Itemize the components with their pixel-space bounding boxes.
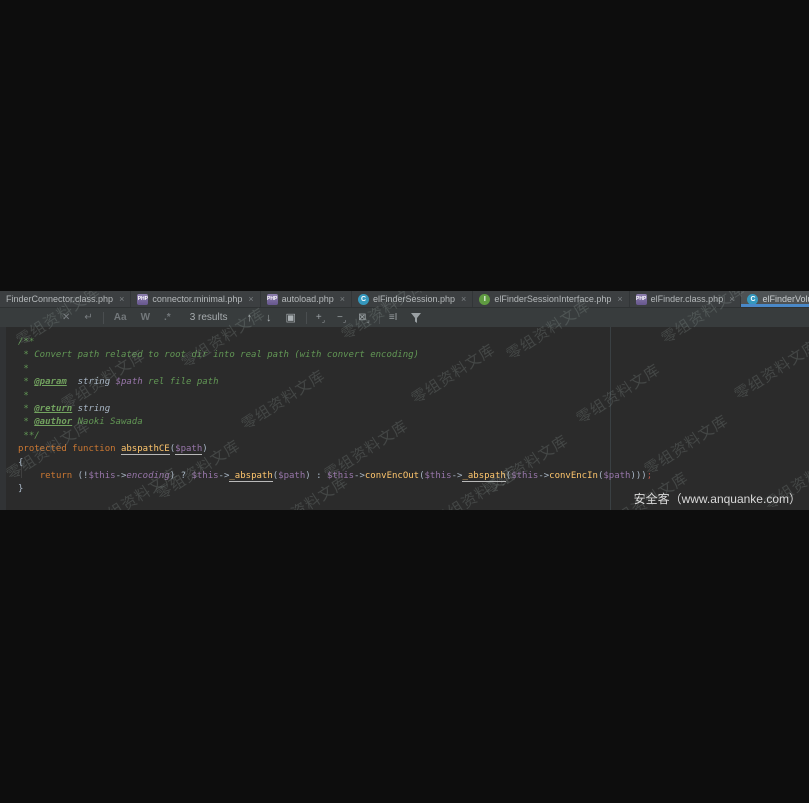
tab-close-icon[interactable]: × — [248, 294, 253, 304]
filter-icon[interactable] — [403, 313, 429, 323]
tab-label: elFinderSessionInterface.php — [494, 294, 611, 304]
editor-gutter — [0, 327, 6, 510]
tab-elFinder-class-php[interactable]: PHP elFinder.class.php × — [630, 291, 742, 307]
tab-close-icon[interactable]: × — [617, 294, 622, 304]
php-file-icon: PHP — [137, 294, 148, 305]
next-occurrence-icon[interactable]: ↓ — [259, 312, 279, 324]
code-line: * @return string — [18, 403, 652, 416]
code-line: * — [18, 390, 652, 403]
code-line: * — [18, 363, 652, 376]
tab-label: FinderConnector.class.php — [6, 294, 113, 304]
php-file-icon: PHP — [636, 294, 647, 305]
bracket-sub-glyph: ⌟ — [367, 317, 370, 324]
php-file-icon: PHP — [267, 294, 278, 305]
tab-label: connector.minimal.php — [152, 294, 242, 304]
divider — [103, 312, 104, 324]
code-line: return (!$this->encoding) ? $this->_absp… — [18, 470, 652, 483]
editor-window-strip: FinderConnector.class.php × PHP connector.m… — [0, 291, 809, 510]
code-line: /** — [18, 336, 652, 349]
close-search-icon[interactable]: ✕ — [55, 312, 77, 323]
tab-FinderConnector-class-php[interactable]: FinderConnector.class.php × — [0, 291, 131, 307]
regex-toggle[interactable]: .* — [157, 312, 178, 323]
tab-autoload-php[interactable]: PHP autoload.php × — [261, 291, 352, 307]
interface-icon: I — [479, 294, 490, 305]
code-line: { — [18, 457, 652, 470]
previous-occurrence-icon[interactable]: ↑ — [240, 312, 260, 324]
tab-elFinderSession-php[interactable]: CelFinderSession.php × — [352, 291, 473, 307]
bracket-sub-glyph: ⌟ — [322, 317, 325, 324]
watermark-credit: 安全客（www.anquanke.com） — [634, 490, 801, 507]
divider — [306, 312, 307, 324]
tab-close-icon[interactable]: × — [729, 294, 734, 304]
bracket-sub-glyph: ⌟ — [343, 317, 346, 324]
select-all-occurrences-icon[interactable]: ⊠⌟ — [352, 312, 376, 323]
find-toolbar: ✕↵ AaW.* 3 results ↑↓▣ +⌟−⌟⊠⌟ ≡I — [0, 307, 809, 327]
remove-occurrence-icon[interactable]: −⌟ — [331, 312, 352, 323]
divider — [379, 312, 380, 324]
code-line: * @author Naoki Sawada — [18, 416, 652, 429]
tab-elFinderVolumeDriver-class-php[interactable]: CelFinderVolumeDriver.class.php× — [741, 291, 809, 307]
search-options-icon[interactable]: ≡I — [383, 312, 404, 323]
tab-label: autoload.php — [282, 294, 334, 304]
tab-elFinderSessionInterface-php[interactable]: IelFinderSessionInterface.php × — [473, 291, 629, 307]
code-line: * Convert path related to root dir into … — [18, 349, 652, 362]
editor-tab-bar: FinderConnector.class.php × PHP connector.m… — [0, 291, 809, 307]
open-in-find-window-icon[interactable]: ▣ — [279, 312, 303, 324]
code-line: * @param string $path rel file path — [18, 376, 652, 389]
add-occurrence-icon[interactable]: +⌟ — [310, 312, 331, 323]
words-toggle[interactable]: W — [134, 312, 157, 323]
tab-connector-minimal-php[interactable]: PHP connector.minimal.php × — [131, 291, 260, 307]
tab-close-icon[interactable]: × — [340, 294, 345, 304]
class-icon: C — [747, 294, 758, 305]
match-case-toggle[interactable]: Aa — [107, 312, 134, 323]
code-text[interactable]: /** * Convert path related to root dir i… — [18, 336, 652, 497]
code-line: } — [18, 483, 652, 496]
code-line: **/ — [18, 430, 652, 443]
code-editor[interactable]: /** * Convert path related to root dir i… — [0, 327, 809, 510]
tab-label: elFinder.class.php — [651, 294, 724, 304]
newline-icon[interactable]: ↵ — [77, 312, 99, 323]
find-results-count: 3 results — [178, 312, 240, 323]
tab-close-icon[interactable]: × — [461, 294, 466, 304]
tab-label: elFinderVolumeDriver.class.php — [762, 294, 809, 304]
tab-label: elFinderSession.php — [373, 294, 455, 304]
tab-close-icon[interactable]: × — [119, 294, 124, 304]
code-line: protected function abspathCE($path) — [18, 443, 652, 456]
class-icon: C — [358, 294, 369, 305]
